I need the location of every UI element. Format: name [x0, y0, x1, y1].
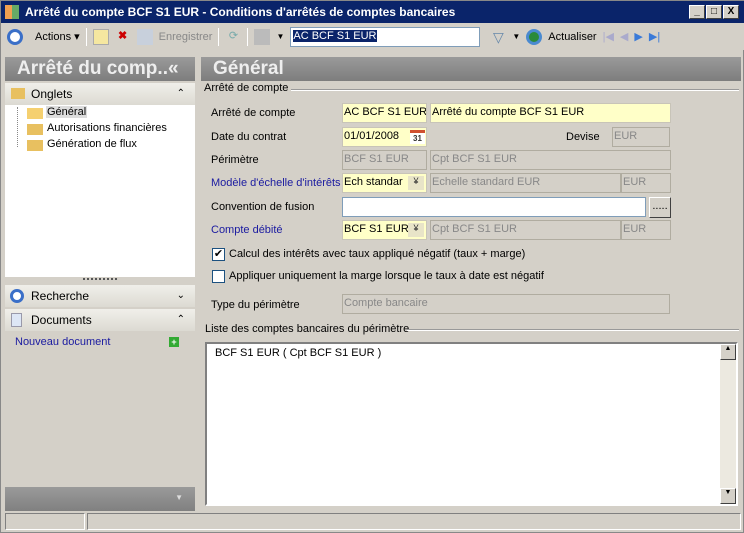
new-document-link[interactable]: Nouveau document	[15, 336, 110, 348]
check2-checkbox[interactable]	[212, 270, 225, 283]
document-icon	[11, 313, 22, 327]
filter-dropdown-icon[interactable]: ▼	[512, 32, 520, 41]
convention-field[interactable]	[342, 197, 646, 217]
type-label: Type du périmètre	[211, 299, 300, 311]
check2-label[interactable]: Appliquer uniquement la marge lorsque le…	[229, 270, 544, 282]
modele-currency-field: EUR	[621, 173, 671, 193]
search-input[interactable]: AC BCF S1 EUR	[290, 26, 481, 47]
expand-icon[interactable]: ⌄	[177, 285, 185, 307]
status-pane	[87, 513, 741, 530]
devise-label: Devise	[566, 131, 600, 143]
compte-name-field: Cpt BCF S1 EUR	[430, 220, 621, 240]
arrete-name-field[interactable]: Arrêté du compte BCF S1 EUR	[430, 103, 671, 123]
status-pane	[5, 513, 85, 530]
filter-icon[interactable]: ▽	[490, 29, 506, 45]
save-button[interactable]: Enregistrer	[159, 31, 213, 43]
maximize-button[interactable]: □	[706, 5, 722, 19]
collapse-icon[interactable]: ⌃	[177, 309, 185, 331]
folder-open-icon	[27, 108, 43, 119]
delete-icon[interactable]: ✖	[115, 29, 131, 45]
documents-header[interactable]: Documents ⌃	[5, 309, 195, 331]
collapse-icon[interactable]: ⌃	[177, 83, 185, 105]
compte-currency-field: EUR	[621, 220, 671, 240]
onglets-label: Onglets	[31, 87, 73, 101]
folder-icon	[11, 88, 25, 99]
last-icon[interactable]: ▶|	[649, 30, 660, 43]
save-icon	[136, 28, 153, 45]
arrete-label: Arrêté de compte	[211, 107, 296, 119]
recherche-label: Recherche	[31, 289, 90, 303]
modele-label[interactable]: Modèle d'échelle d'intérêts	[211, 177, 341, 189]
date-field[interactable]: 01/01/2008 31	[342, 127, 427, 147]
check1-checkbox[interactable]: ✔	[212, 248, 225, 261]
separator	[85, 27, 87, 46]
recherche-header[interactable]: Recherche ⌄	[5, 285, 195, 307]
title-bar: Arrêté du compte BCF S1 EUR - Conditions…	[1, 1, 744, 23]
type-field: Compte bancaire	[342, 294, 670, 314]
app-icon	[5, 5, 19, 19]
previous-icon[interactable]: ◀	[620, 30, 628, 43]
date-label: Date du contrat	[211, 131, 287, 143]
next-icon[interactable]: ▶	[634, 30, 642, 43]
minimize-button[interactable]: _	[689, 5, 705, 19]
devise-field: EUR	[612, 127, 670, 147]
first-icon[interactable]: |◀	[603, 30, 614, 43]
perimetre-label: Périmètre	[211, 154, 259, 166]
accounts-list[interactable]: BCF S1 EUR ( Cpt BCF S1 EUR ) ▲ ▼	[205, 342, 738, 506]
modele-select[interactable]: Ech standar ¥	[342, 173, 427, 193]
target-icon[interactable]	[7, 28, 23, 45]
toolbar: Actions ▾ ✖ Enregistrer ⟳ ▼ AC BCF S1 EU…	[1, 23, 744, 50]
perimetre-name-field: Cpt BCF S1 EUR	[430, 150, 671, 170]
scroll-down-icon[interactable]: ▼	[720, 488, 736, 504]
documents-label: Documents	[31, 313, 92, 327]
onglets-header[interactable]: Onglets ⌃	[5, 83, 195, 105]
splitter-handle[interactable]	[83, 278, 117, 280]
print-icon[interactable]	[254, 28, 271, 45]
separator	[218, 27, 220, 46]
sync-icon[interactable]: ⟳	[225, 29, 241, 45]
chevron-down-icon[interactable]: ¥	[408, 223, 424, 237]
convention-label: Convention de fusion	[211, 201, 315, 213]
group-label: Arrêté de compte	[204, 82, 289, 94]
calendar-icon[interactable]: 31	[410, 130, 425, 144]
chevron-down-icon[interactable]: ¥	[408, 176, 424, 190]
browse-button[interactable]: .....	[649, 197, 671, 218]
modele-name-field: Echelle standard EUR	[430, 173, 621, 193]
search-target-icon	[10, 289, 24, 303]
actions-menu[interactable]: Actions ▾	[35, 30, 80, 43]
section-title: Général	[201, 57, 741, 81]
scrollbar[interactable]: ▲ ▼	[720, 344, 736, 504]
add-icon[interactable]: +	[169, 337, 179, 347]
left-panel-footer[interactable]: ▼	[5, 487, 195, 511]
perimetre-code-field: BCF S1 EUR	[342, 150, 427, 170]
left-panel-title[interactable]: Arrêté du comp..«	[5, 57, 195, 81]
refresh-icon[interactable]	[526, 28, 543, 45]
scroll-up-icon[interactable]: ▲	[720, 344, 736, 360]
print-dropdown-icon[interactable]: ▼	[276, 32, 284, 41]
close-button[interactable]: X	[723, 5, 739, 19]
compte-select[interactable]: BCF S1 EUR ¥	[342, 220, 427, 240]
list-label: Liste des comptes bancaires du périmètre	[205, 323, 410, 335]
arrete-code-field[interactable]: AC BCF S1 EUR	[342, 103, 427, 123]
list-item[interactable]: BCF S1 EUR ( Cpt BCF S1 EUR )	[215, 347, 381, 359]
separator	[247, 27, 249, 46]
refresh-button[interactable]: Actualiser	[548, 31, 596, 43]
check1-label[interactable]: Calcul des intérêts avec taux appliqué n…	[229, 248, 525, 260]
tabs-tree: Général Autorisations financières Généra…	[5, 105, 195, 277]
compte-label[interactable]: Compte débité	[211, 224, 283, 236]
folder-icon	[27, 124, 43, 135]
folder-icon	[27, 140, 43, 151]
new-icon[interactable]	[92, 28, 109, 45]
